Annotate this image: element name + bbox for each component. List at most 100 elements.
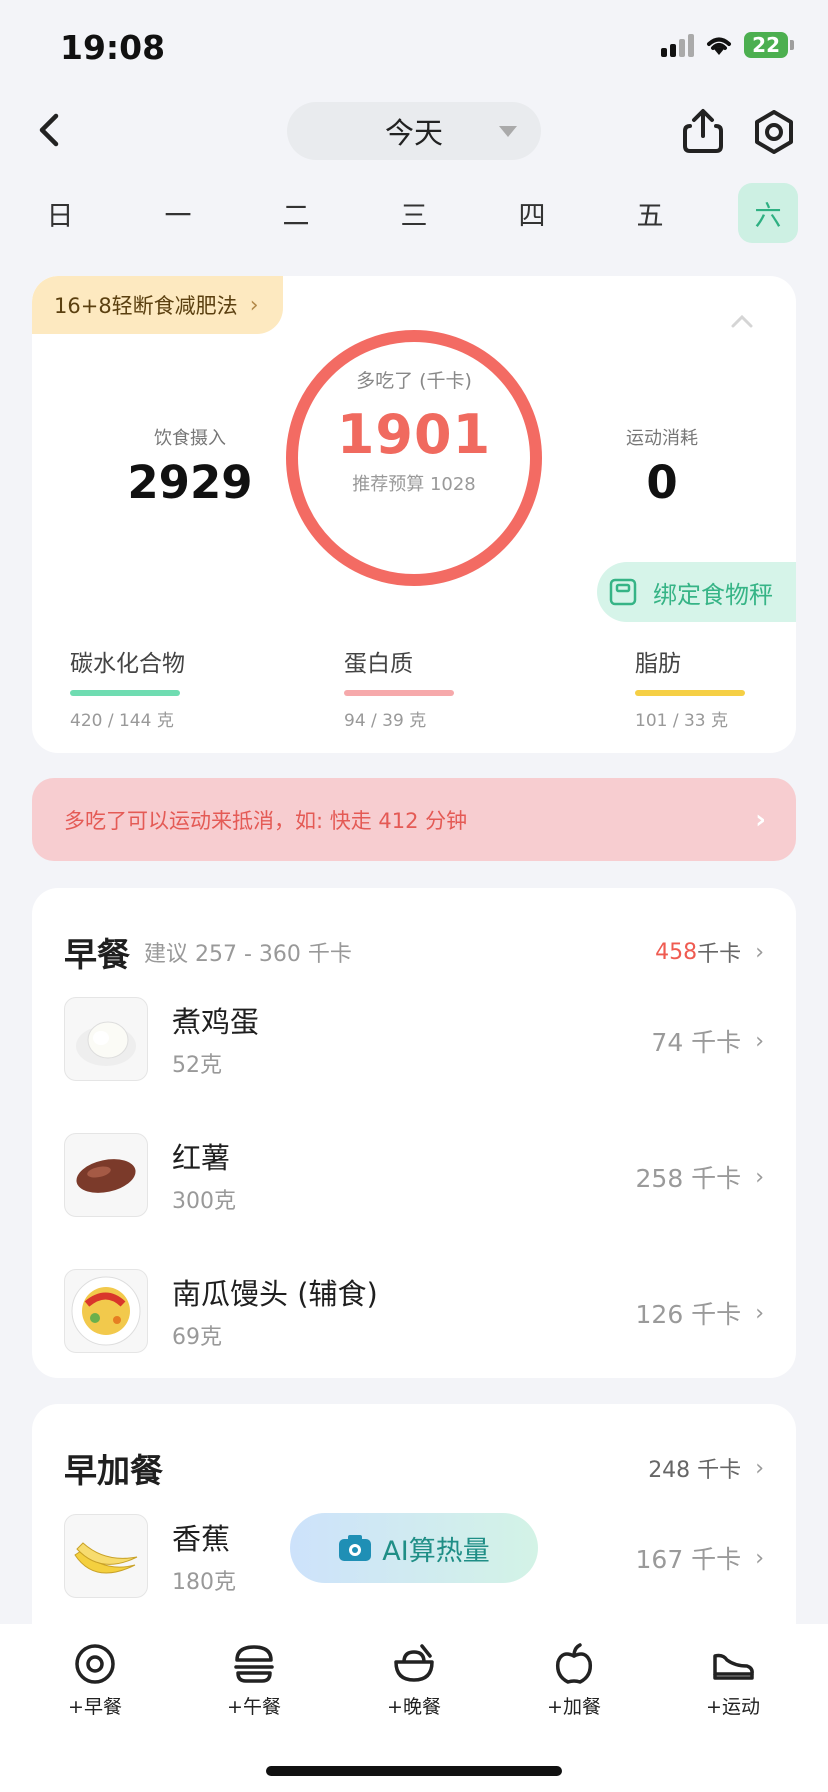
ai-calorie-label: AI算热量: [382, 1535, 490, 1567]
burn-label: 运动消耗: [626, 428, 698, 449]
add-breakfast-tab[interactable]: +早餐: [40, 1642, 150, 1719]
ring-value: 1901: [336, 403, 492, 466]
food-kcal: 167 千卡 ›: [635, 1545, 764, 1574]
week-day-mon[interactable]: 一: [148, 183, 208, 243]
food-item[interactable]: 红薯 300克 258 千卡 ›: [64, 1133, 764, 1217]
intake-label: 饮食摄入: [154, 428, 226, 449]
meal-total[interactable]: 458 千卡 ›: [655, 936, 764, 968]
ring-budget: 推荐预算 1028: [352, 474, 476, 495]
week-day-wed[interactable]: 三: [384, 183, 444, 243]
chevron-right-icon: ›: [755, 939, 764, 965]
week-day-sun[interactable]: 日: [30, 183, 90, 243]
week-day-tue[interactable]: 二: [266, 183, 326, 243]
bind-scale-label: 绑定食物秤: [653, 580, 773, 609]
macro-bar: [70, 690, 180, 696]
food-kcal: 258 千卡 ›: [635, 1164, 764, 1193]
food-name: 煮鸡蛋: [172, 1005, 260, 1039]
macro-name: 碳水化合物: [70, 651, 185, 677]
burn-value: 0: [646, 456, 678, 509]
battery-level: 22: [744, 32, 788, 58]
macro-name: 脂肪: [635, 651, 681, 677]
meal-total-unit: 千卡: [697, 942, 742, 967]
tab-label: +加餐: [547, 1696, 601, 1718]
share-icon[interactable]: [682, 108, 724, 154]
apple-icon: [555, 1643, 593, 1684]
food-kcal: 74 千卡 ›: [651, 1028, 764, 1057]
meal-total-value: 248 千卡: [648, 1458, 742, 1483]
macro-fat: 脂肪 101 / 33 克: [635, 644, 796, 731]
burger-icon: [234, 1645, 274, 1683]
breakfast-header: 早餐 建议 257 - 360 千卡 458 千卡 ›: [64, 928, 764, 976]
bowl-icon: [394, 1644, 434, 1682]
camera-icon: [339, 1535, 372, 1561]
meal-hint: 建议 257 - 360 千卡: [144, 942, 352, 967]
food-item[interactable]: 煮鸡蛋 52克 74 千卡 ›: [64, 997, 764, 1081]
tab-label: +晚餐: [387, 1696, 441, 1718]
scale-icon: [609, 578, 637, 606]
day-selector[interactable]: 今天: [287, 102, 541, 160]
diet-plan-chip[interactable]: 16+8轻断食减肥法 ›: [32, 276, 283, 334]
week-day-thu[interactable]: 四: [502, 183, 562, 243]
tab-label: +午餐: [227, 1696, 281, 1718]
back-icon[interactable]: [32, 112, 68, 148]
chevron-up-icon[interactable]: [730, 312, 754, 330]
macro-bar: [344, 690, 454, 696]
food-name: 南瓜馒头 (辅食): [172, 1277, 378, 1311]
snack-header: 早加餐 248 千卡 ›: [64, 1444, 764, 1492]
week-day-selector: 日 一 二 三 四 五 六: [30, 183, 798, 243]
food-weight: 300克: [172, 1189, 236, 1214]
meal-total-value: 458: [655, 939, 698, 965]
macro-name: 蛋白质: [344, 651, 413, 677]
exercise-suggestion-banner[interactable]: 多吃了可以运动来抵消，如: 快走 412 分钟 ›: [32, 778, 796, 861]
ring-text: 多吃了 (千卡) 1901 推荐预算 1028: [282, 366, 546, 496]
add-lunch-tab[interactable]: +午餐: [199, 1642, 309, 1719]
banner-text: 多吃了可以运动来抵消，如: 快走 412 分钟: [64, 808, 468, 833]
add-snack-tab[interactable]: +加餐: [519, 1642, 629, 1719]
food-kcal: 126 千卡 ›: [635, 1300, 764, 1329]
bind-scale-button[interactable]: 绑定食物秤: [597, 562, 796, 622]
tab-label: +早餐: [68, 1696, 122, 1718]
macro-carbs: 碳水化合物 420 / 144 克: [70, 644, 270, 731]
battery-icon: 22: [744, 32, 794, 58]
macro-bar: [635, 690, 745, 696]
food-name: 红薯: [172, 1141, 231, 1175]
food-thumbnail: [64, 1269, 148, 1353]
food-weight: 52克: [172, 1053, 222, 1078]
day-selector-label: 今天: [384, 116, 443, 150]
tab-label: +运动: [706, 1696, 760, 1718]
food-thumbnail: [64, 1133, 148, 1217]
ai-calorie-button[interactable]: AI算热量: [290, 1513, 538, 1583]
food-item[interactable]: 南瓜馒头 (辅食) 69克 126 千卡 ›: [64, 1269, 764, 1353]
signal-icon: [661, 33, 695, 57]
macro-amount: 101 / 33 克: [635, 711, 729, 731]
meal-title: 早餐: [64, 935, 130, 974]
macro-amount: 420 / 144 克: [70, 711, 174, 731]
diet-plan-label: 16+8轻断食减肥法: [54, 294, 238, 318]
food-thumbnail: [64, 1514, 148, 1598]
intake-value: 2929: [127, 456, 253, 509]
macro-protein: 蛋白质 94 / 39 克: [344, 644, 544, 731]
home-indicator[interactable]: [266, 1766, 562, 1776]
week-day-sat[interactable]: 六: [738, 183, 798, 243]
chevron-right-icon: ›: [755, 1455, 764, 1481]
ring-label: 多吃了 (千卡): [356, 370, 472, 392]
food-name: 香蕉: [172, 1522, 231, 1556]
add-dinner-tab[interactable]: +晚餐: [359, 1642, 469, 1719]
shoe-icon: [713, 1653, 754, 1680]
week-day-fri[interactable]: 五: [620, 183, 680, 243]
meal-title: 早加餐: [64, 1451, 163, 1490]
burn-stat: 运动消耗 0: [572, 424, 752, 509]
food-thumbnail: [64, 997, 148, 1081]
meal-total[interactable]: 248 千卡 ›: [648, 1452, 764, 1484]
egg-icon: [75, 1644, 115, 1684]
wifi-icon: [707, 37, 732, 55]
intake-stat: 饮食摄入 2929: [90, 424, 290, 509]
settings-icon[interactable]: [752, 110, 796, 154]
breakfast-card: 早餐 建议 257 - 360 千卡 458 千卡 › 煮鸡蛋 52克 74 千…: [32, 888, 796, 1378]
food-weight: 180克: [172, 1570, 236, 1595]
add-exercise-tab[interactable]: +运动: [678, 1642, 788, 1719]
food-weight: 69克: [172, 1325, 222, 1350]
macro-amount: 94 / 39 克: [344, 711, 427, 731]
calorie-summary-card: 16+8轻断食减肥法 › 饮食摄入 2929 多吃了 (千卡) 1901 推荐预…: [32, 276, 796, 753]
status-time: 19:08: [60, 28, 166, 67]
